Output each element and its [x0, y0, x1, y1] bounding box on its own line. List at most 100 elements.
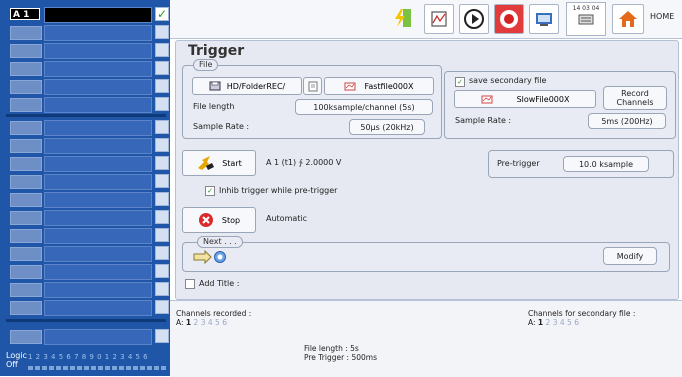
- channel-bar: [44, 228, 152, 244]
- channel-bar: [44, 264, 152, 280]
- channel-checkbox[interactable]: [155, 138, 169, 152]
- channel-bar: [44, 174, 152, 190]
- start-trigger-icon: [198, 156, 215, 170]
- inhib-label: Inhib trigger while pre-trigger: [219, 186, 338, 195]
- channel-checkbox[interactable]: [155, 156, 169, 170]
- channel-label: [10, 121, 42, 135]
- channel-number: 1: [185, 318, 192, 327]
- secondary-file-button[interactable]: SlowFile000X: [454, 90, 596, 108]
- document-icon: [308, 81, 317, 91]
- channel-row[interactable]: [6, 173, 169, 190]
- channel-bar: [44, 246, 152, 262]
- logic-numbers: 1 2 3 4 5 6 7 8 9 0 1 2 3 4 5 6: [28, 353, 149, 361]
- channel-row[interactable]: [6, 263, 169, 280]
- disk-icon: [209, 81, 221, 91]
- channel-number: 5: [215, 318, 220, 327]
- channel-label: [10, 265, 42, 279]
- start-button[interactable]: Start: [182, 150, 256, 176]
- add-title-checkbox[interactable]: [185, 279, 195, 289]
- channel-checkbox[interactable]: [155, 282, 169, 296]
- channel-bar: [44, 282, 152, 298]
- channel-checkbox[interactable]: [155, 97, 169, 111]
- clock-display[interactable]: 14 03 04: [566, 2, 606, 36]
- channel-row[interactable]: [6, 24, 169, 41]
- channel-checkbox[interactable]: [155, 25, 169, 39]
- channel-row[interactable]: [6, 96, 169, 113]
- next-legend: Next . . .: [197, 236, 243, 248]
- channel-row[interactable]: [6, 328, 169, 345]
- channel-sidebar: A 1 ✓ Logic Off 1 2 3 4 5 6 7 8 9 0 1 2 …: [0, 0, 170, 376]
- logic-title: Logic Off: [6, 351, 27, 369]
- record-channels-button[interactable]: Record Channels: [603, 86, 667, 110]
- home-label[interactable]: HOME: [650, 12, 674, 21]
- channel-row[interactable]: [6, 60, 169, 77]
- file-legend: File: [193, 59, 219, 71]
- file-length-summary: File length : 5s: [304, 344, 359, 353]
- file-length-field[interactable]: 100ksample/channel (5s): [295, 99, 433, 115]
- channel-row-a1[interactable]: A 1 ✓: [6, 6, 169, 23]
- secondary-rate-field[interactable]: 5ms (200Hz): [588, 113, 666, 129]
- check-icon[interactable]: ✓: [155, 7, 169, 21]
- channel-row[interactable]: [6, 119, 169, 136]
- stop-mode: Automatic: [266, 214, 308, 223]
- lightning-icon[interactable]: [388, 4, 416, 32]
- folder-button[interactable]: HD/FolderREC/: [192, 77, 302, 95]
- modify-button[interactable]: Modify: [603, 247, 657, 265]
- secondary-checkbox[interactable]: ✓: [455, 77, 465, 87]
- channel-checkbox[interactable]: [155, 329, 169, 343]
- channel-row[interactable]: [6, 245, 169, 262]
- channel-label: [10, 301, 42, 315]
- logic-channels[interactable]: Logic Off 1 2 3 4 5 6 7 8 9 0 1 2 3 4 5 …: [4, 350, 168, 372]
- channel-checkbox[interactable]: [155, 43, 169, 57]
- channel-row[interactable]: [6, 209, 169, 226]
- next-group: Next . . . Modify: [182, 236, 670, 272]
- channel-checkbox[interactable]: [155, 192, 169, 206]
- channel-row[interactable]: [6, 191, 169, 208]
- channel-number: 5: [567, 318, 572, 327]
- channel-checkbox[interactable]: [155, 210, 169, 224]
- channel-label: [10, 330, 42, 344]
- channel-bar: [44, 25, 152, 41]
- sidebar-divider: [6, 114, 166, 117]
- channel-row[interactable]: [6, 155, 169, 172]
- channel-checkbox[interactable]: [155, 264, 169, 278]
- channel-checkbox[interactable]: [155, 246, 169, 260]
- stop-button[interactable]: Stop: [182, 207, 256, 233]
- inhib-checkbox[interactable]: ✓: [205, 186, 215, 196]
- play-icon[interactable]: [459, 4, 489, 34]
- channel-row[interactable]: [6, 299, 169, 316]
- channel-checkbox[interactable]: [155, 120, 169, 134]
- channel-prefix: A:: [176, 318, 184, 327]
- channel-bar: [44, 43, 152, 59]
- channel-bar: [44, 120, 152, 136]
- channel-label: [10, 247, 42, 261]
- channel-bar: [44, 7, 152, 23]
- channel-row[interactable]: [6, 227, 169, 244]
- channel-row[interactable]: [6, 137, 169, 154]
- sidebar-divider: [6, 319, 166, 322]
- display-settings-icon[interactable]: [529, 4, 559, 34]
- channel-label: [10, 175, 42, 189]
- next-action-icon[interactable]: [193, 250, 229, 264]
- file-options-button[interactable]: [303, 77, 322, 95]
- sample-rate-field[interactable]: 50µs (20kHz): [349, 119, 425, 135]
- channel-row[interactable]: [6, 42, 169, 59]
- channel-checkbox[interactable]: [155, 300, 169, 314]
- channel-bar: [44, 192, 152, 208]
- channel-checkbox[interactable]: [155, 61, 169, 75]
- trigger-view-icon[interactable]: [424, 4, 454, 34]
- channel-checkbox[interactable]: [155, 174, 169, 188]
- channels-recorded-list: A: 1 2 3 4 5 6: [176, 318, 227, 327]
- record-icon[interactable]: [494, 4, 524, 34]
- home-icon[interactable]: [612, 4, 644, 34]
- file-group: File HD/FolderREC/ Fastfile000X File len…: [182, 59, 442, 139]
- channel-checkbox[interactable]: [155, 79, 169, 93]
- pretrigger-summary: Pre Trigger : 500ms: [304, 353, 377, 362]
- channel-row[interactable]: [6, 281, 169, 298]
- channels-recorded-label: Channels recorded :: [176, 309, 252, 318]
- channel-checkbox[interactable]: [155, 228, 169, 242]
- pretrigger-field[interactable]: 10.0 ksample: [563, 156, 649, 172]
- channel-row[interactable]: [6, 78, 169, 95]
- file-name-button[interactable]: Fastfile000X: [324, 77, 434, 95]
- channel-number: 6: [574, 318, 579, 327]
